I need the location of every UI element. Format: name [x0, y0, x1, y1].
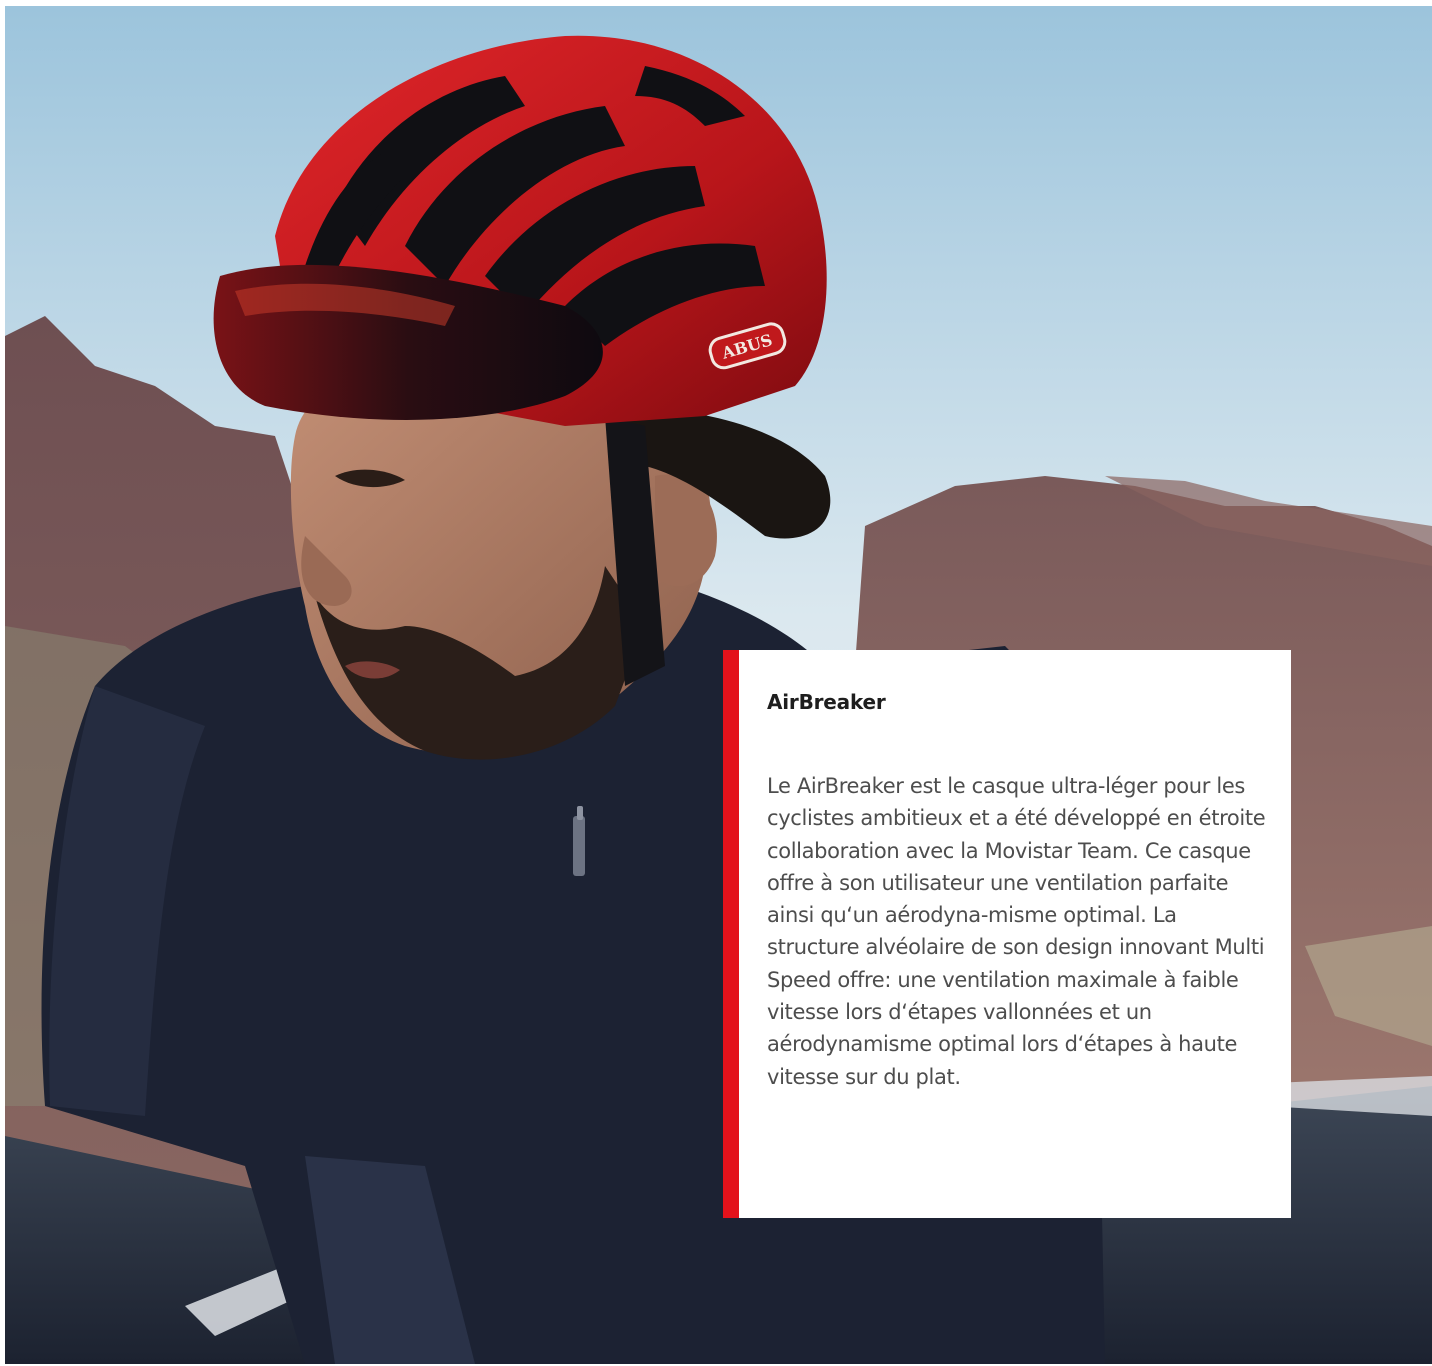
product-title: AirBreaker — [767, 690, 886, 714]
product-description: Le AirBreaker est le casque ultra-léger … — [767, 774, 1266, 1089]
accent-bar — [723, 650, 739, 1218]
product-info-card: AirBreaker Le AirBreaker est le casque u… — [723, 650, 1291, 1218]
